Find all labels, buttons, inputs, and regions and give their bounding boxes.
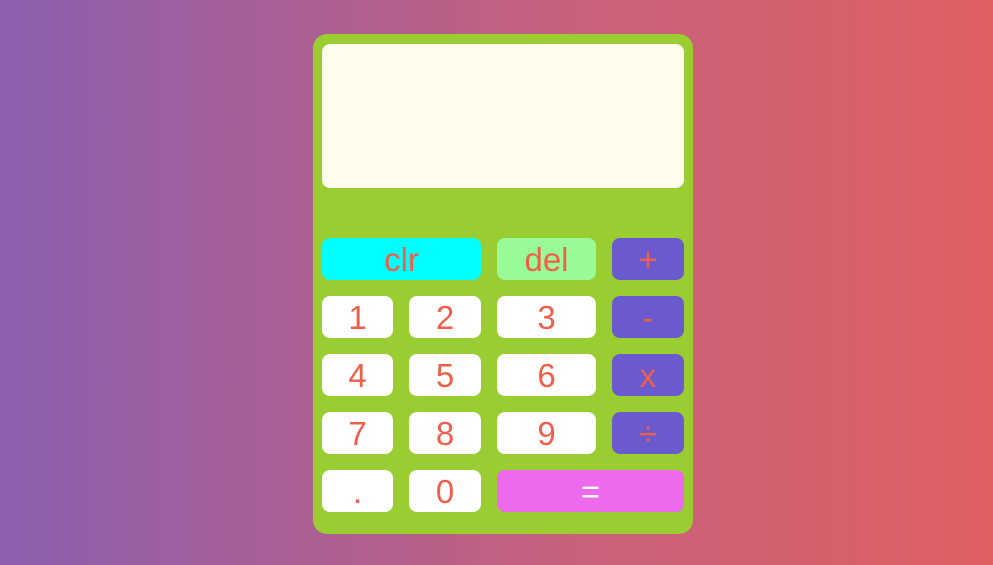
digit-0-button[interactable]: 0: [409, 470, 481, 512]
equals-button[interactable]: =: [497, 470, 684, 512]
delete-button[interactable]: del: [497, 238, 596, 280]
calculator: clr del + 1 2 3 - 4 5 6 x 7 8 9 ÷ . 0 =: [313, 34, 693, 534]
digit-5-button[interactable]: 5: [409, 354, 481, 396]
calculator-display: [322, 44, 684, 188]
digit-4-button[interactable]: 4: [322, 354, 393, 396]
decimal-button[interactable]: .: [322, 470, 393, 512]
digit-1-button[interactable]: 1: [322, 296, 393, 338]
plus-button[interactable]: +: [612, 238, 684, 280]
digit-6-button[interactable]: 6: [497, 354, 596, 396]
minus-button[interactable]: -: [612, 296, 684, 338]
digit-7-button[interactable]: 7: [322, 412, 393, 454]
multiply-button[interactable]: x: [612, 354, 684, 396]
divide-button[interactable]: ÷: [612, 412, 684, 454]
digit-2-button[interactable]: 2: [409, 296, 481, 338]
digit-3-button[interactable]: 3: [497, 296, 596, 338]
digit-8-button[interactable]: 8: [409, 412, 481, 454]
digit-9-button[interactable]: 9: [497, 412, 596, 454]
clear-button[interactable]: clr: [322, 238, 481, 280]
